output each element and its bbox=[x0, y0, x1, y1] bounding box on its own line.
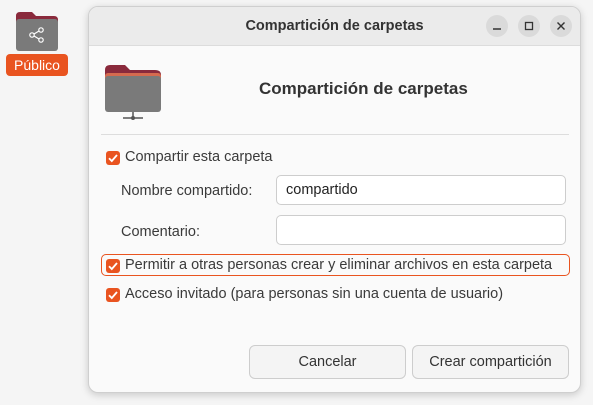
desktop: Público Compartición de carpetas Compart… bbox=[0, 0, 593, 405]
guest-access-checkbox[interactable] bbox=[106, 288, 120, 302]
checkmark-icon bbox=[108, 154, 118, 163]
minimize-button[interactable] bbox=[486, 15, 508, 37]
maximize-icon bbox=[524, 21, 534, 31]
desktop-folder-publico[interactable]: Público bbox=[6, 6, 68, 76]
desktop-folder-label: Público bbox=[6, 54, 68, 76]
checkmark-icon bbox=[108, 262, 118, 271]
share-name-label: Nombre compartido: bbox=[121, 183, 253, 199]
share-folder-checkbox[interactable] bbox=[106, 151, 120, 165]
allow-others-checkbox[interactable] bbox=[106, 259, 120, 273]
allow-others-label[interactable]: Permitir a otras personas crear y elimin… bbox=[125, 257, 552, 273]
comment-input[interactable] bbox=[276, 215, 566, 245]
share-folder-label[interactable]: Compartir esta carpeta bbox=[125, 149, 272, 165]
comment-label: Comentario: bbox=[121, 224, 200, 240]
shared-folder-icon bbox=[16, 12, 58, 51]
checkmark-icon bbox=[108, 291, 118, 300]
dialog-heading: Compartición de carpetas bbox=[259, 79, 468, 98]
guest-access-label[interactable]: Acceso invitado (para personas sin una c… bbox=[125, 286, 503, 302]
maximize-button[interactable] bbox=[518, 15, 540, 37]
titlebar[interactable]: Compartición de carpetas bbox=[89, 7, 580, 46]
close-icon bbox=[557, 22, 565, 30]
network-folder-icon bbox=[105, 65, 161, 120]
share-name-input[interactable]: compartido bbox=[276, 175, 566, 205]
dialog-header: Compartición de carpetas bbox=[89, 46, 580, 134]
create-share-button[interactable]: Crear compartición bbox=[412, 345, 569, 379]
header-separator bbox=[101, 134, 569, 135]
close-button[interactable] bbox=[550, 15, 572, 37]
folder-sharing-dialog: Compartición de carpetas Compartición de… bbox=[88, 6, 581, 393]
minimize-icon bbox=[493, 28, 501, 30]
cancel-button[interactable]: Cancelar bbox=[249, 345, 406, 379]
